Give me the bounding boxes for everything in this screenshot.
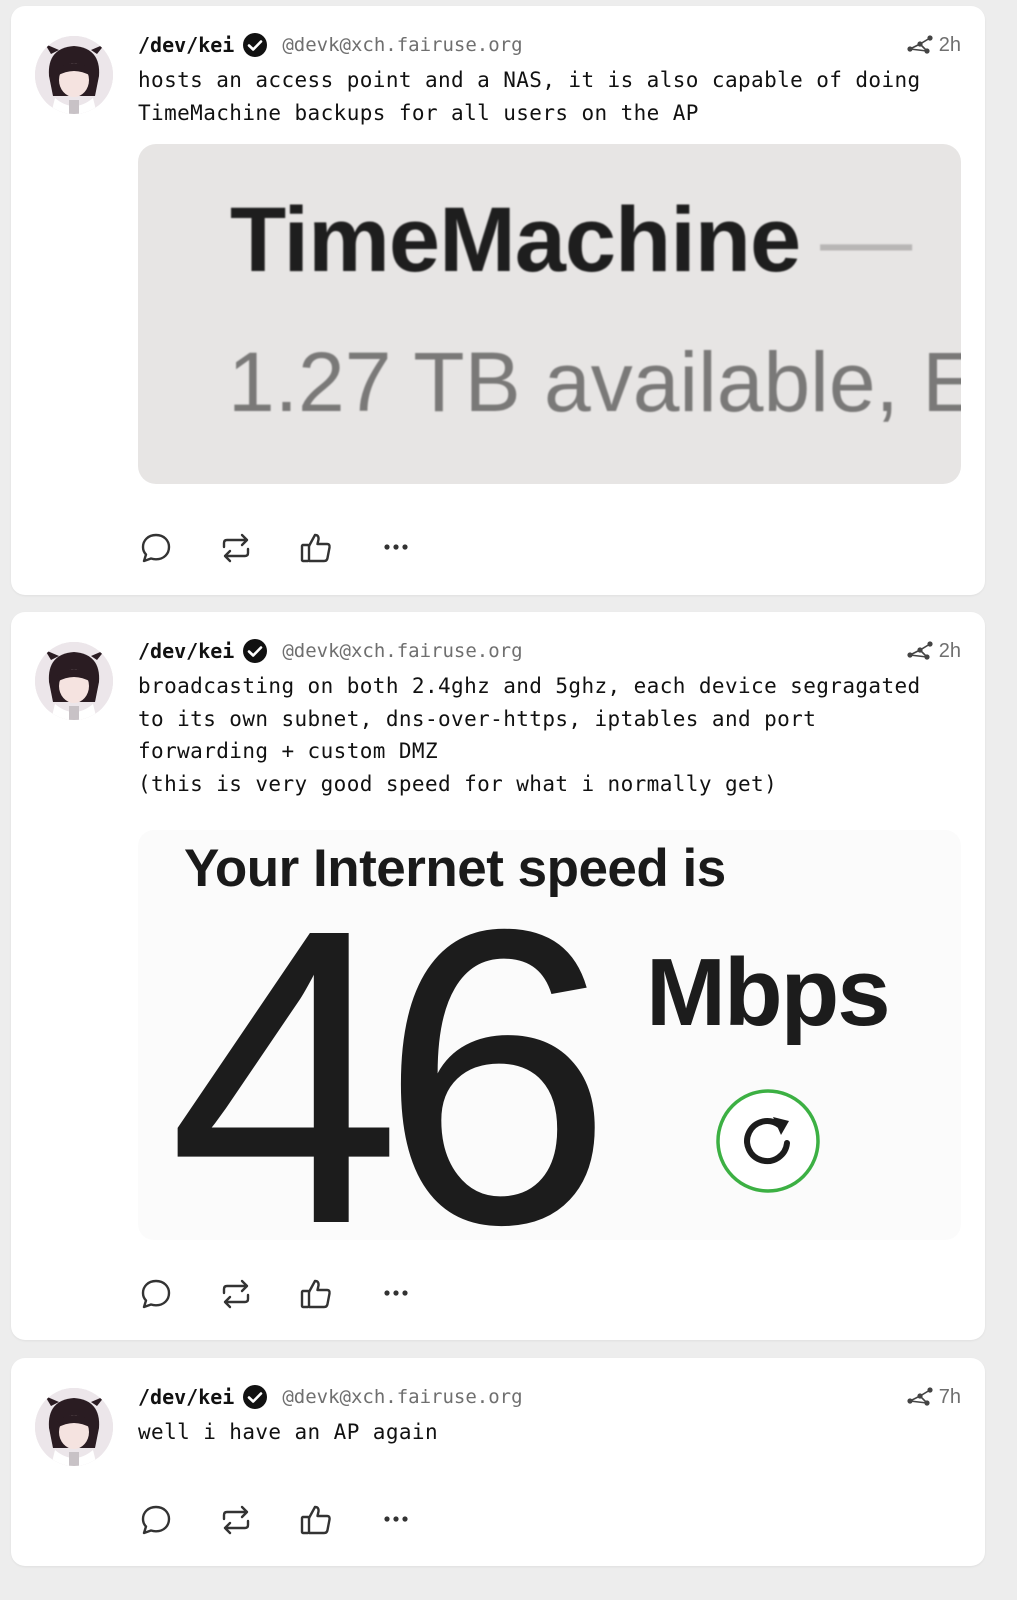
boost-icon (222, 533, 250, 563)
federated-icon (907, 1387, 933, 1406)
reply-icon (141, 1279, 171, 1309)
author-handle[interactable]: @devk@xch.fairuse.org (282, 640, 522, 662)
more-button[interactable] (378, 530, 414, 566)
image-subtitle: 1.27 TB available, E (228, 335, 961, 429)
post-time[interactable]: 2h (939, 34, 961, 57)
post-card: /dev/kei @devk@xch.fairuse.org 7h well i… (11, 1358, 985, 1566)
speed-value: 46 (168, 843, 613, 1241)
post-card: /dev/kei @devk@xch.fairuse.org 2h broadc… (11, 612, 985, 1340)
post-header: /dev/kei @devk@xch.fairuse.org 2h (138, 636, 961, 666)
post-actions (138, 1276, 438, 1316)
post-time[interactable]: 7h (939, 1386, 961, 1409)
more-icon (384, 1516, 408, 1522)
boost-button[interactable] (218, 1502, 254, 1538)
post-time[interactable]: 2h (939, 640, 961, 663)
image-title-text: TimeMachine (230, 189, 801, 291)
more-icon (384, 544, 408, 550)
post-meta: 7h (905, 1386, 961, 1409)
boost-icon (222, 1505, 250, 1535)
author-handle[interactable]: @devk@xch.fairuse.org (282, 1386, 522, 1408)
verified-badge-icon (242, 1384, 268, 1410)
reply-button[interactable] (138, 1276, 174, 1312)
author-name[interactable]: /dev/kei (138, 1385, 234, 1409)
author-name[interactable]: /dev/kei (138, 639, 234, 663)
speed-unit: Mbps (646, 939, 891, 1046)
author-name[interactable]: /dev/kei (138, 33, 234, 57)
reply-button[interactable] (138, 530, 174, 566)
post-image[interactable]: TimeMachine — 1.27 TB available, E (138, 144, 961, 484)
federated-icon (907, 641, 933, 660)
federated-icon (907, 35, 933, 54)
like-button[interactable] (298, 530, 334, 566)
post-content: hosts an access point and a NAS, it is a… (138, 68, 921, 125)
post-actions (138, 1502, 438, 1542)
post-header: /dev/kei @devk@xch.fairuse.org 7h (138, 1382, 961, 1412)
boost-icon (222, 1279, 250, 1309)
like-icon (300, 1279, 331, 1309)
verified-badge-icon (242, 32, 268, 58)
post-meta: 2h (905, 640, 961, 663)
like-icon (300, 533, 331, 563)
boost-button[interactable] (218, 530, 254, 566)
verified-badge-icon (242, 638, 268, 664)
more-icon (384, 1290, 408, 1296)
reply-icon (141, 533, 171, 563)
post-card: /dev/kei @devk@xch.fairuse.org 2h hosts … (11, 6, 985, 595)
avatar[interactable] (35, 36, 113, 114)
post-content: broadcasting on both 2.4ghz and 5ghz, ea… (138, 674, 921, 796)
reply-button[interactable] (138, 1502, 174, 1538)
image-title: TimeMachine — (230, 188, 912, 293)
refresh-icon (716, 1089, 820, 1193)
author-handle[interactable]: @devk@xch.fairuse.org (282, 34, 522, 56)
refresh-button[interactable] (715, 1088, 821, 1194)
like-button[interactable] (298, 1276, 334, 1312)
like-button[interactable] (298, 1502, 334, 1538)
more-button[interactable] (378, 1276, 414, 1312)
post-header: /dev/kei @devk@xch.fairuse.org 2h (138, 30, 961, 60)
avatar[interactable] (35, 642, 113, 720)
post-actions (138, 530, 438, 570)
like-icon (300, 1505, 331, 1535)
image-title-dash: — (820, 189, 912, 291)
boost-button[interactable] (218, 1276, 254, 1312)
post-image[interactable]: Your Internet speed is 46 Mbps (138, 830, 961, 1240)
reply-icon (141, 1505, 171, 1535)
avatar[interactable] (35, 1388, 113, 1466)
post-content: well i have an AP again (138, 1420, 438, 1444)
post-meta: 2h (905, 34, 961, 57)
more-button[interactable] (378, 1502, 414, 1538)
